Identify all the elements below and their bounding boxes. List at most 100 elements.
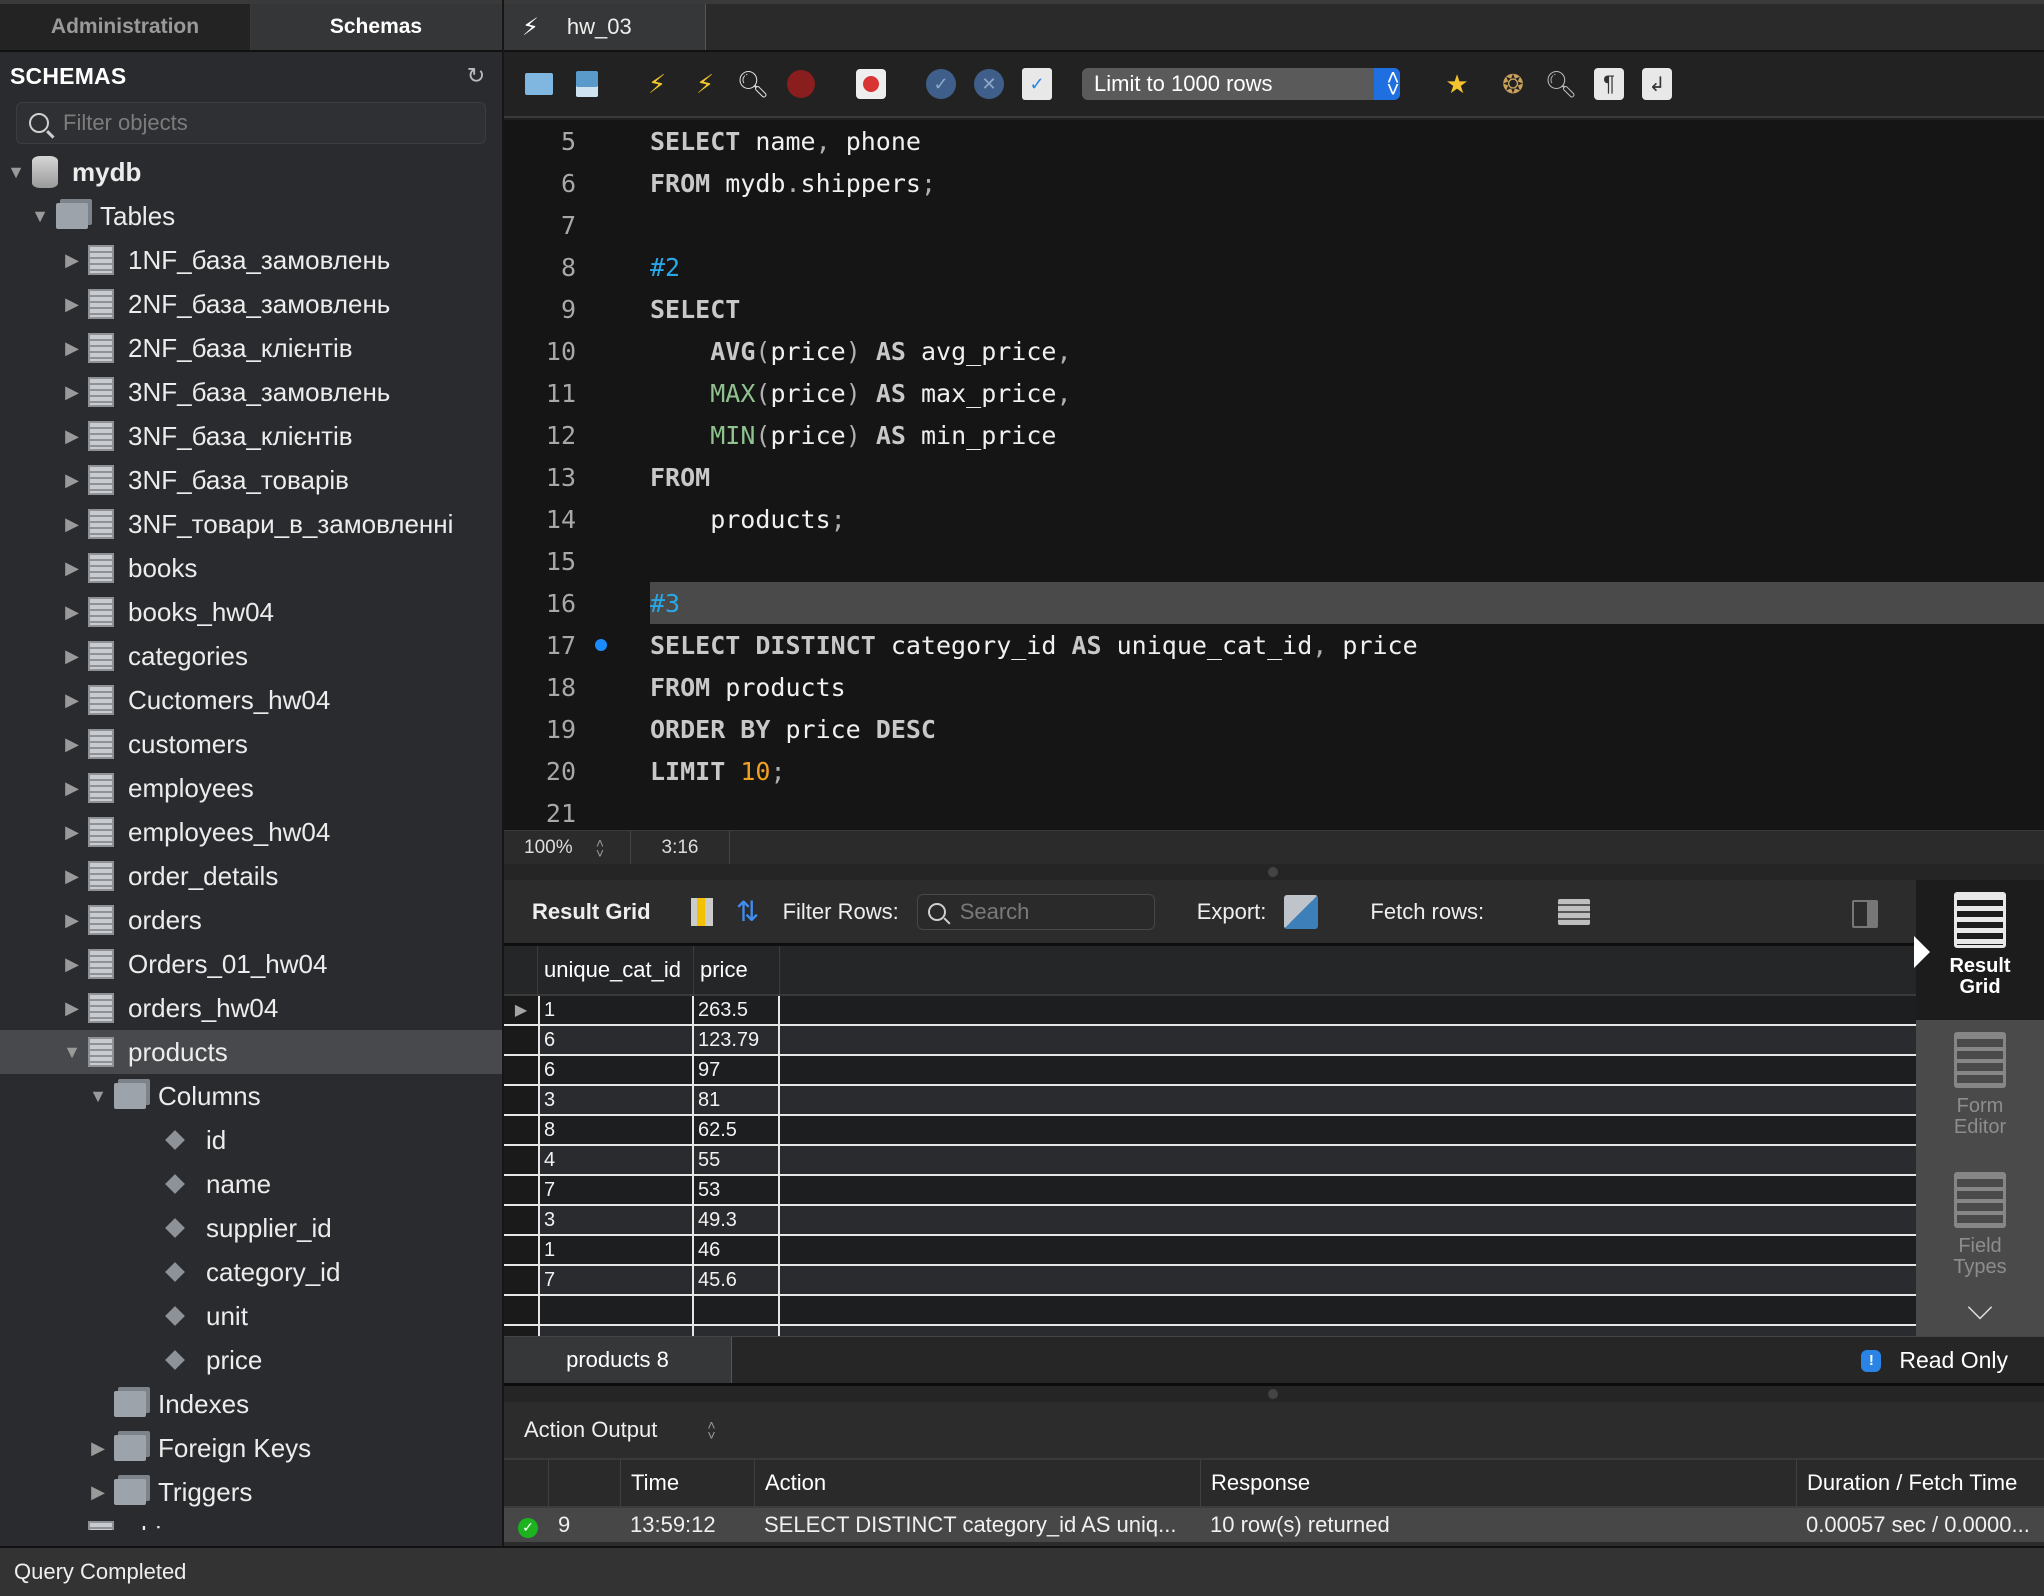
- tree-table-item[interactable]: ▶ 2NF_база_замовлень: [0, 282, 502, 326]
- refresh-icon[interactable]: ⇅: [735, 896, 761, 927]
- cell-unique-cat-id[interactable]: 1: [538, 996, 694, 1024]
- cell-price[interactable]: 62.5: [694, 1116, 780, 1144]
- execute-current-button[interactable]: ⚡︎: [688, 67, 722, 101]
- cell-unique-cat-id[interactable]: 7: [538, 1266, 694, 1294]
- expand-triangle-icon[interactable]: ▶: [62, 734, 82, 754]
- cell-price[interactable]: 97: [694, 1056, 780, 1084]
- tree-columns-folder[interactable]: ▼ Columns: [0, 1074, 502, 1118]
- expand-triangle-icon[interactable]: ▶: [62, 910, 82, 930]
- table-row[interactable]: [504, 1296, 1916, 1326]
- autocommit-button[interactable]: ✓: [1020, 67, 1054, 101]
- tree-table-item[interactable]: ▼ products: [0, 1030, 502, 1074]
- expand-triangle-icon[interactable]: ▶: [62, 1526, 82, 1531]
- add-snippet-button[interactable]: ★: [1440, 67, 1474, 101]
- result-tab-products-8[interactable]: products 8: [504, 1337, 732, 1383]
- tree-table-item[interactable]: ▶ orders: [0, 898, 502, 942]
- code-line[interactable]: 6 FROM mydb. shippers;: [504, 162, 2044, 204]
- code-line[interactable]: 21: [504, 792, 2044, 830]
- table-row[interactable]: 6 123.79: [504, 1026, 1916, 1056]
- expand-triangle-icon[interactable]: ▶: [62, 866, 82, 886]
- refresh-icon[interactable]: ↻: [464, 64, 488, 88]
- tree-indexes-folder[interactable]: Indexes: [0, 1382, 502, 1426]
- tree-table-item[interactable]: ▶ categories: [0, 634, 502, 678]
- view-form-editor[interactable]: Form Editor: [1916, 1020, 2044, 1138]
- tree-column-item[interactable]: supplier_id: [0, 1206, 502, 1250]
- cell-price[interactable]: 55: [694, 1146, 780, 1174]
- code-line[interactable]: 20 LIMIT 10;: [504, 750, 2044, 792]
- cell-unique-cat-id[interactable]: 4: [538, 1146, 694, 1174]
- tree-table-item[interactable]: ▶ orders_hw04: [0, 986, 502, 1030]
- cell-price[interactable]: 81: [694, 1086, 780, 1114]
- col-response[interactable]: Response: [1200, 1459, 1796, 1507]
- tree-column-item[interactable]: category_id: [0, 1250, 502, 1294]
- fetch-rows-icon[interactable]: [1558, 898, 1591, 925]
- code-line[interactable]: 11 MAX(price) AS max_price,: [504, 372, 2044, 414]
- sql-editor[interactable]: 5 SELECT name, phone 6 FROM mydb. shippers; 7…: [504, 120, 2044, 830]
- code-line[interactable]: 15: [504, 540, 2044, 582]
- cell-unique-cat-id[interactable]: 6: [538, 1026, 694, 1054]
- tree-triggers-folder[interactable]: ▶ Triggers: [0, 1470, 502, 1514]
- stop-button[interactable]: [784, 67, 818, 101]
- commit-button[interactable]: ✓: [924, 67, 958, 101]
- editor-results-splitter[interactable]: [504, 864, 2044, 880]
- filter-objects-input[interactable]: [63, 110, 443, 136]
- collapse-triangle-icon[interactable]: ▼: [6, 162, 26, 182]
- cell-price[interactable]: 46: [694, 1236, 780, 1264]
- tree-table-item[interactable]: ▶ shippers: [0, 1514, 502, 1530]
- collapse-triangle-icon[interactable]: ▼: [30, 206, 50, 226]
- table-row[interactable]: 3 49.3: [504, 1206, 1916, 1236]
- tree-table-item[interactable]: ▶ 2NF_база_клієнтів: [0, 326, 502, 370]
- toggle-panel-icon[interactable]: [1852, 900, 1878, 928]
- save-button[interactable]: [570, 67, 604, 101]
- cell-unique-cat-id[interactable]: 1: [538, 1236, 694, 1264]
- tree-column-item[interactable]: price: [0, 1338, 502, 1382]
- expand-triangle-icon[interactable]: ▶: [62, 998, 82, 1018]
- tree-table-item[interactable]: ▶ 3NF_база_клієнтів: [0, 414, 502, 458]
- limit-rows-select[interactable]: Limit to 1000 rows ˄ ˅: [1082, 68, 1400, 100]
- rollback-button[interactable]: ✕: [972, 67, 1006, 101]
- code-line[interactable]: 7: [504, 204, 2044, 246]
- cell-price[interactable]: 263.5: [694, 996, 780, 1024]
- tree-schema-mydb[interactable]: ▼ mydb: [0, 150, 502, 194]
- expand-triangle-icon[interactable]: ▶: [88, 1438, 108, 1458]
- table-row[interactable]: ▶ 1 263.5: [504, 996, 1916, 1026]
- filter-rows-input[interactable]: [959, 898, 1140, 925]
- expand-triangle-icon[interactable]: ▶: [62, 558, 82, 578]
- code-line[interactable]: 17 SELECT DISTINCT category_id AS unique_…: [504, 624, 2044, 666]
- expand-triangle-icon[interactable]: ▶: [62, 778, 82, 798]
- execute-button[interactable]: ⚡︎: [640, 67, 674, 101]
- invisible-chars-button[interactable]: ¶: [1592, 67, 1626, 101]
- code-line[interactable]: 16 #3: [504, 582, 2044, 624]
- collapse-triangle-icon[interactable]: ▼: [88, 1086, 108, 1106]
- explain-button[interactable]: 🔍︎: [736, 67, 770, 101]
- tree-table-item[interactable]: ▶ customers: [0, 722, 502, 766]
- table-row[interactable]: 4 55: [504, 1146, 1916, 1176]
- cell-price[interactable]: 123.79: [694, 1026, 780, 1054]
- tree-table-item[interactable]: ▶ employees: [0, 766, 502, 810]
- expand-triangle-icon[interactable]: ▶: [62, 954, 82, 974]
- column-header-price[interactable]: price: [694, 946, 780, 995]
- cell-unique-cat-id[interactable]: 3: [538, 1206, 694, 1234]
- results-output-splitter[interactable]: [504, 1386, 2044, 1402]
- tree-column-item[interactable]: unit: [0, 1294, 502, 1338]
- expand-triangle-icon[interactable]: ▶: [62, 470, 82, 490]
- expand-triangle-icon[interactable]: ▶: [62, 294, 82, 314]
- expand-triangle-icon[interactable]: ▶: [62, 426, 82, 446]
- table-row[interactable]: 6 97: [504, 1056, 1916, 1086]
- tab-schemas[interactable]: Schemas: [251, 4, 502, 50]
- code-line[interactable]: 9 SELECT: [504, 288, 2044, 330]
- table-row[interactable]: 8 62.5: [504, 1116, 1916, 1146]
- expand-triangle-icon[interactable]: ▶: [62, 338, 82, 358]
- tree-table-item[interactable]: ▶ 3NF_база_товарів: [0, 458, 502, 502]
- tree-table-item[interactable]: ▶ 1NF_база_замовлень: [0, 238, 502, 282]
- expand-triangle-icon[interactable]: ▶: [62, 646, 82, 666]
- col-time[interactable]: Time: [620, 1459, 754, 1507]
- table-row[interactable]: [504, 1326, 1916, 1336]
- table-row[interactable]: 1 46: [504, 1236, 1916, 1266]
- code-line[interactable]: 13 FROM: [504, 456, 2044, 498]
- cell-unique-cat-id[interactable]: 6: [538, 1056, 694, 1084]
- code-line[interactable]: 19 ORDER BY price DESC: [504, 708, 2044, 750]
- expand-triangle-icon[interactable]: ▶: [62, 690, 82, 710]
- tree-table-item[interactable]: ▶ 3NF_база_замовлень: [0, 370, 502, 414]
- cell-price[interactable]: [694, 1296, 780, 1324]
